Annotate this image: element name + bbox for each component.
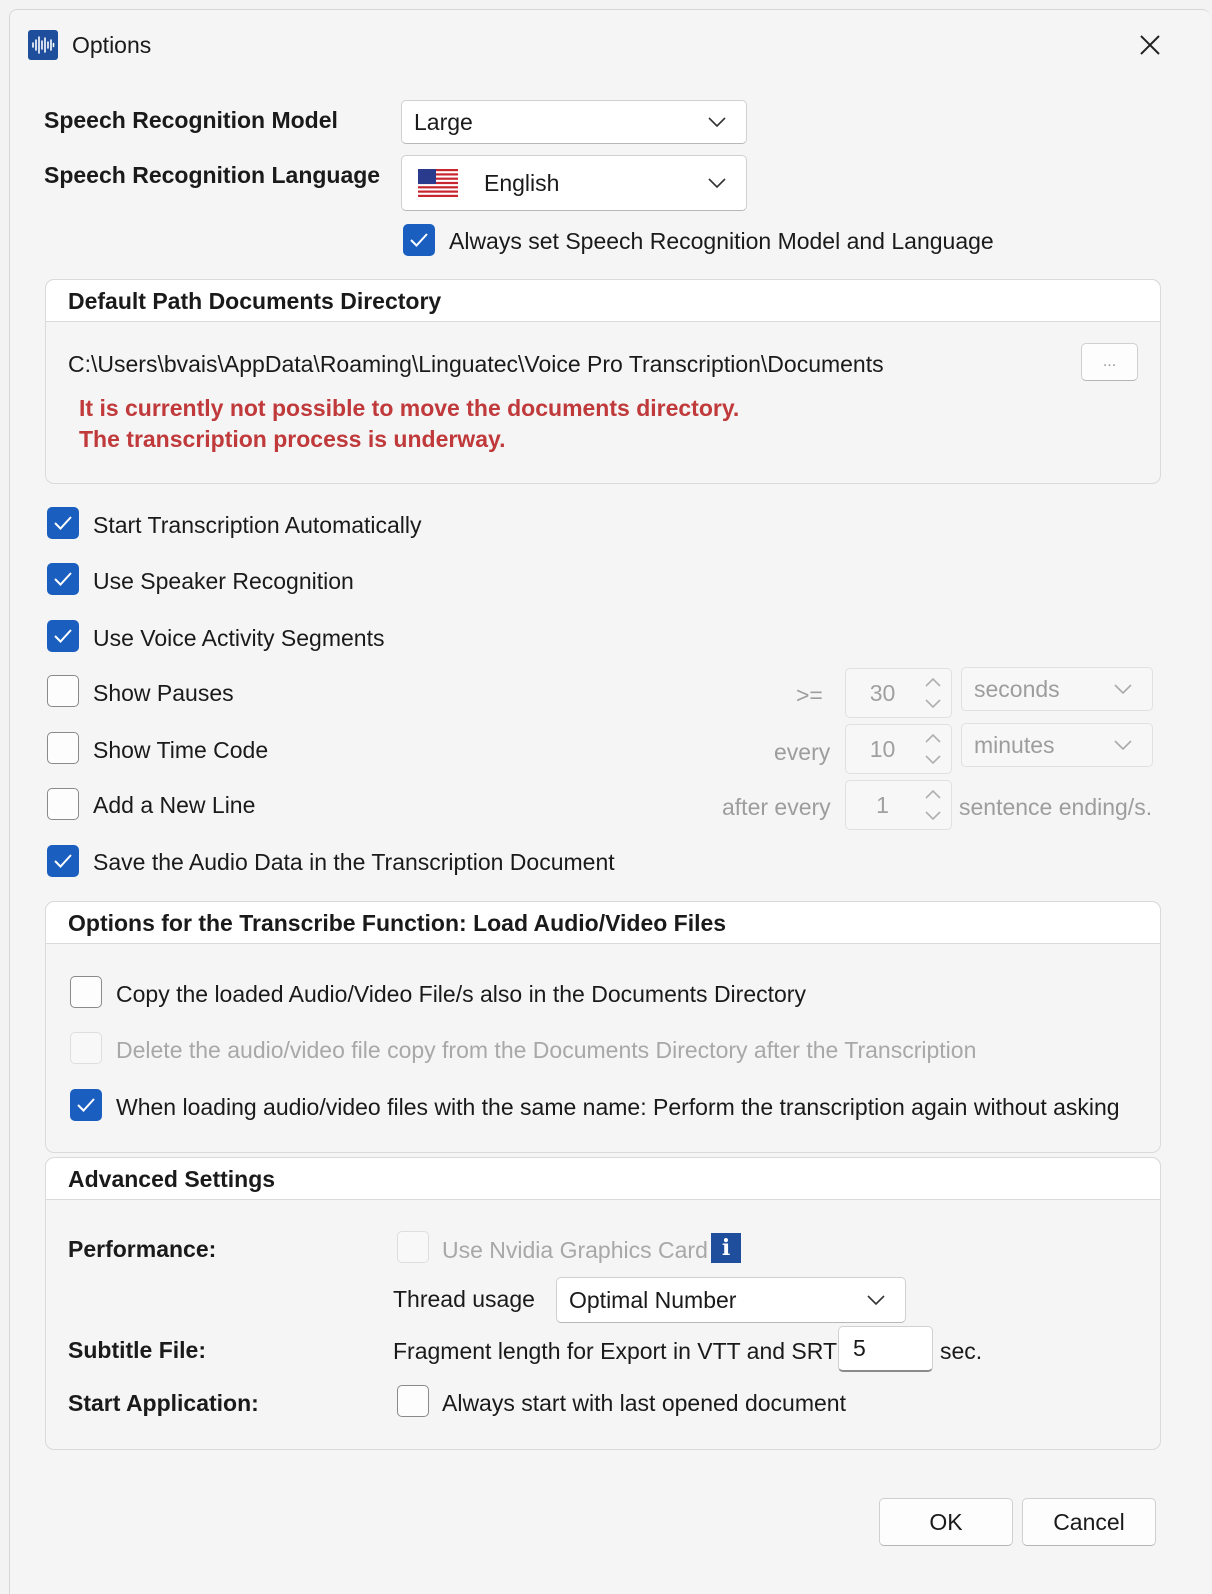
- chevron-down-icon: [863, 1287, 889, 1313]
- model-label: Speech Recognition Model: [44, 107, 338, 133]
- subtitle-file-label: Subtitle File:: [68, 1337, 206, 1363]
- save-audio-checkbox[interactable]: [47, 845, 79, 877]
- advanced-settings-group: Advanced Settings Performance: Use Nvidi…: [45, 1157, 1161, 1450]
- start-auto-checkbox[interactable]: [47, 507, 79, 539]
- speaker-recognition-checkbox[interactable]: [47, 563, 79, 595]
- always-set-checkbox[interactable]: [403, 224, 435, 256]
- timecode-value: 10: [869, 735, 896, 762]
- pauses-value: 30: [869, 679, 896, 706]
- spinner-arrows-icon[interactable]: [915, 725, 951, 773]
- warning-line-2: The transcription process is underway.: [79, 426, 506, 452]
- voice-activity-checkbox[interactable]: [47, 620, 79, 652]
- show-time-code-checkbox[interactable]: [47, 732, 79, 764]
- cancel-button[interactable]: Cancel: [1022, 1498, 1156, 1546]
- newline-prefix: after every: [722, 794, 831, 820]
- newline-spinner[interactable]: 1: [845, 780, 952, 830]
- group-header: Default Path Documents Directory: [46, 280, 1160, 322]
- fragment-unit: sec.: [940, 1338, 983, 1364]
- us-flag-icon: [418, 169, 458, 197]
- same-name-checkbox[interactable]: [70, 1089, 102, 1121]
- thread-usage-select[interactable]: Optimal Number: [556, 1277, 906, 1323]
- voice-activity-label: Use Voice Activity Segments: [93, 625, 385, 651]
- spinner-arrows-icon[interactable]: [915, 669, 951, 717]
- always-set-label: Always set Speech Recognition Model and …: [449, 228, 994, 254]
- thread-usage-value: Optimal Number: [569, 1286, 737, 1313]
- start-auto-label: Start Transcription Automatically: [93, 512, 422, 538]
- group-header: Advanced Settings: [46, 1158, 1160, 1200]
- info-icon[interactable]: i: [711, 1233, 741, 1263]
- transcribe-options-group: Options for the Transcribe Function: Loa…: [45, 901, 1161, 1153]
- chevron-down-icon: [704, 109, 730, 135]
- copy-files-checkbox[interactable]: [70, 976, 102, 1008]
- show-pauses-checkbox[interactable]: [47, 675, 79, 707]
- newline-suffix: sentence ending/s.: [959, 794, 1153, 820]
- transcribe-options-title: Options for the Transcribe Function: Loa…: [68, 910, 727, 936]
- last-document-label: Always start with last opened document: [442, 1390, 846, 1416]
- options-dialog: Options Speech Recognition Model Large S…: [9, 9, 1210, 1594]
- advanced-settings-title: Advanced Settings: [68, 1166, 276, 1192]
- nvidia-label: Use Nvidia Graphics Card: [442, 1237, 708, 1263]
- timecode-unit-select[interactable]: minutes: [961, 723, 1153, 767]
- timecode-spinner[interactable]: 10: [845, 724, 952, 774]
- browse-button[interactable]: ...: [1081, 343, 1138, 381]
- thread-usage-label: Thread usage: [393, 1286, 535, 1312]
- pauses-unit-select[interactable]: seconds: [961, 667, 1153, 711]
- pauses-unit-value: seconds: [974, 675, 1060, 702]
- show-pauses-label: Show Pauses: [93, 680, 234, 706]
- group-header: Options for the Transcribe Function: Loa…: [46, 902, 1160, 944]
- documents-directory-group: Default Path Documents Directory C:\User…: [45, 279, 1161, 484]
- chevron-down-icon: [1110, 732, 1136, 758]
- add-new-line-checkbox[interactable]: [47, 788, 79, 820]
- language-value: English: [484, 169, 560, 196]
- ok-button[interactable]: OK: [879, 1498, 1013, 1546]
- nvidia-checkbox[interactable]: [397, 1231, 429, 1263]
- start-application-label: Start Application:: [68, 1390, 259, 1416]
- same-name-label: When loading audio/video files with the …: [116, 1094, 1120, 1120]
- save-audio-label: Save the Audio Data in the Transcription…: [93, 849, 615, 875]
- last-document-checkbox[interactable]: [397, 1385, 429, 1417]
- delete-copy-checkbox[interactable]: [70, 1032, 102, 1064]
- copy-files-label: Copy the loaded Audio/Video File/s also …: [116, 981, 806, 1007]
- language-select[interactable]: English: [401, 155, 747, 211]
- fragment-length-label: Fragment length for Export in VTT and SR…: [393, 1338, 838, 1364]
- performance-label: Performance:: [68, 1236, 217, 1262]
- timecode-unit-value: minutes: [974, 731, 1055, 758]
- spinner-arrows-icon[interactable]: [915, 781, 951, 829]
- warning-line-1: It is currently not possible to move the…: [79, 395, 740, 421]
- pauses-prefix: >=: [796, 682, 823, 708]
- chevron-down-icon: [1110, 676, 1136, 702]
- delete-copy-label: Delete the audio/video file copy from th…: [116, 1037, 977, 1063]
- newline-value: 1: [876, 791, 889, 818]
- pauses-spinner[interactable]: 30: [845, 668, 952, 718]
- model-value: Large: [414, 108, 473, 135]
- chevron-down-icon: [704, 170, 730, 196]
- add-new-line-label: Add a New Line: [93, 792, 256, 818]
- documents-path: C:\Users\bvais\AppData\Roaming\Linguatec…: [68, 351, 884, 377]
- model-select[interactable]: Large: [401, 100, 747, 144]
- timecode-prefix: every: [774, 739, 831, 765]
- documents-directory-title: Default Path Documents Directory: [68, 288, 442, 314]
- speaker-recognition-label: Use Speaker Recognition: [93, 568, 354, 594]
- fragment-length-input[interactable]: 5: [838, 1326, 933, 1372]
- close-icon[interactable]: [1130, 25, 1170, 65]
- app-waveform-icon: [28, 30, 58, 60]
- window-title: Options: [72, 32, 152, 58]
- show-time-code-label: Show Time Code: [93, 737, 269, 763]
- language-label: Speech Recognition Language: [44, 162, 381, 188]
